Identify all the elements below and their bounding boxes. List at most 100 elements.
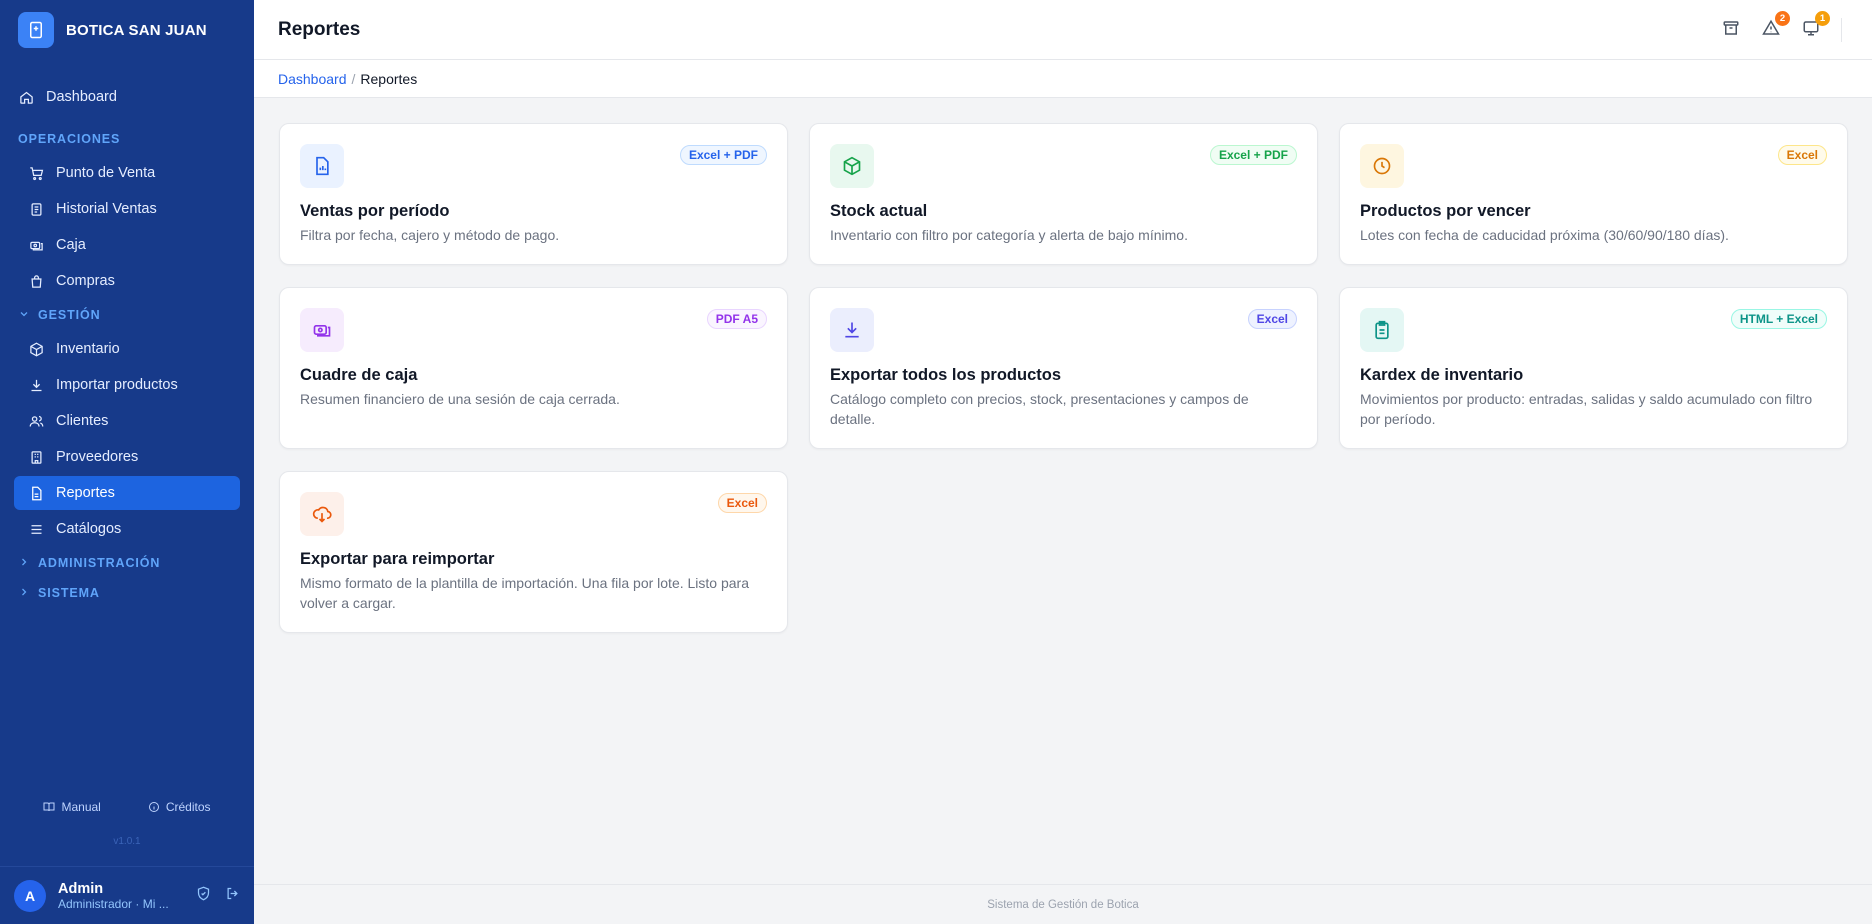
page-footer: Sistema de Gestión de Botica [254, 884, 1872, 924]
top-header: Reportes 2 1 [254, 0, 1872, 60]
sidebar-item-dashboard[interactable]: Dashboard [14, 80, 240, 114]
sidebar-item-label: Punto de Venta [56, 165, 156, 181]
sidebar-item-proveedores[interactable]: Proveedores [14, 440, 240, 474]
messages-button[interactable]: 1 [1801, 11, 1830, 40]
format-badge: HTML + Excel [1730, 309, 1827, 329]
download-icon [28, 377, 44, 393]
sidebar-item-label: Importar productos [56, 377, 178, 393]
format-badge: Excel [717, 493, 767, 513]
user-name: Admin [58, 880, 104, 897]
card-title: Ventas por período [300, 202, 450, 220]
user-panel: A Admin Administrador · Mi ... [0, 866, 254, 924]
breadcrumb-current: Reportes [360, 70, 418, 87]
manual-link[interactable]: Manual [43, 800, 101, 814]
page-title: Reportes [278, 18, 361, 40]
box-icon [830, 144, 874, 188]
sidebar: BOTICA SAN JUAN Dashboard OPERACIONES Pu… [0, 0, 254, 924]
section-label: GESTIÓN [38, 308, 101, 322]
report-card-cuadre[interactable]: PDF A5 Cuadre de caja Resumen financiero… [279, 287, 788, 449]
format-badge: Excel [1777, 145, 1827, 165]
brand[interactable]: BOTICA SAN JUAN [0, 0, 254, 60]
format-badge: Excel + PDF [679, 145, 767, 165]
card-description: Lotes con fecha de caducidad próxima (30… [1360, 227, 1729, 243]
shopping-bag-icon [28, 273, 44, 289]
card-title: Exportar para reimportar [300, 550, 495, 568]
sidebar-footer-links: Manual Créditos [0, 800, 254, 814]
sidebar-item-label: Catálogos [56, 521, 122, 537]
card-title: Productos por vencer [1360, 202, 1531, 220]
format-badge: PDF A5 [706, 309, 767, 329]
sidebar-item-label: Historial Ventas [56, 201, 157, 217]
manual-label: Manual [61, 800, 101, 814]
sidebar-item-label: Dashboard [46, 89, 117, 105]
building-icon [28, 449, 44, 465]
report-card-kardex[interactable]: HTML + Excel Kardex de inventario Movimi… [1339, 287, 1848, 449]
sidebar-item-catalogos[interactable]: Catálogos [14, 512, 240, 546]
sidebar-item-label: Compras [56, 273, 115, 289]
section-administracion[interactable]: ADMINISTRACIÓN [0, 548, 254, 578]
breadcrumb-dashboard-link[interactable]: Dashboard [278, 71, 347, 87]
users-icon [28, 413, 44, 429]
messages-badge: 1 [1815, 11, 1830, 26]
sidebar-item-importar-productos[interactable]: Importar productos [14, 368, 240, 402]
info-icon [148, 801, 160, 813]
sidebar-item-clientes[interactable]: Clientes [14, 404, 240, 438]
report-card-exportar-productos[interactable]: Excel Exportar todos los productos Catál… [809, 287, 1318, 449]
list-icon [28, 521, 44, 537]
cloud-download-icon [300, 492, 344, 536]
section-gestion[interactable]: GESTIÓN [0, 300, 254, 330]
report-card-reimportar[interactable]: Excel Exportar para reimportar Mismo for… [279, 471, 788, 633]
sidebar-item-punto-de-venta[interactable]: Punto de Venta [14, 156, 240, 190]
card-title: Cuadre de caja [300, 366, 418, 384]
book-icon [43, 801, 55, 813]
document-icon [28, 485, 44, 501]
section-label: OPERACIONES [18, 132, 121, 146]
sidebar-item-caja[interactable]: Caja [14, 228, 240, 262]
section-operaciones[interactable]: OPERACIONES [0, 124, 254, 154]
app-name: BOTICA SAN JUAN [66, 21, 207, 39]
creditos-link[interactable]: Créditos [148, 800, 211, 814]
cart-icon [28, 165, 44, 181]
archive-icon [1722, 19, 1740, 42]
report-card-ventas[interactable]: Excel + PDF Ventas por período Filtra po… [279, 123, 788, 265]
logout-icon[interactable] [225, 886, 240, 906]
report-card-vencer[interactable]: Excel Productos por vencer Lotes con fec… [1339, 123, 1848, 265]
avatar: A [14, 879, 46, 912]
sidebar-item-label: Caja [56, 237, 86, 253]
card-title: Stock actual [830, 202, 928, 220]
sidebar-item-compras[interactable]: Compras [14, 264, 240, 298]
version-label: v1.0.1 [113, 836, 141, 847]
sidebar-item-label: Reportes [56, 485, 115, 501]
sidebar-item-reportes[interactable]: Reportes [14, 476, 240, 510]
clipboard-icon [1360, 308, 1404, 352]
card-description: Filtra por fecha, cajero y método de pag… [300, 227, 560, 243]
shield-icon[interactable] [196, 886, 211, 906]
home-icon [18, 89, 34, 105]
creditos-label: Créditos [165, 800, 211, 814]
card-description: Inventario con filtro por categoría y al… [830, 227, 1188, 243]
chevron-down-icon [18, 308, 30, 323]
sidebar-item-label: Inventario [56, 341, 120, 357]
pharmacy-logo-icon [18, 12, 54, 48]
sidebar-item-inventario[interactable]: Inventario [14, 332, 240, 366]
cash-register-icon [28, 237, 44, 253]
report-card-stock[interactable]: Excel + PDF Stock actual Inventario con … [809, 123, 1318, 265]
card-description: Catálogo completo con precios, stock, pr… [830, 391, 1249, 427]
user-role: Administrador · Mi ... [58, 896, 169, 911]
header-divider [1841, 18, 1842, 42]
archive-button[interactable] [1721, 20, 1741, 40]
card-description: Mismo formato de la plantilla de importa… [300, 575, 749, 611]
alerts-button[interactable]: 2 [1761, 11, 1790, 40]
format-badge: Excel + PDF [1209, 145, 1297, 165]
card-title: Kardex de inventario [1360, 366, 1524, 384]
section-sistema[interactable]: SISTEMA [0, 578, 254, 608]
clock-icon [1360, 144, 1404, 188]
chevron-right-icon [18, 556, 30, 571]
section-label: SISTEMA [38, 586, 100, 600]
sidebar-item-historial-ventas[interactable]: Historial Ventas [14, 192, 240, 226]
report-chart-icon [300, 144, 344, 188]
download-icon [830, 308, 874, 352]
card-title: Exportar todos los productos [830, 366, 1062, 384]
sidebar-item-label: Proveedores [56, 449, 139, 465]
section-label: ADMINISTRACIÓN [38, 556, 161, 570]
